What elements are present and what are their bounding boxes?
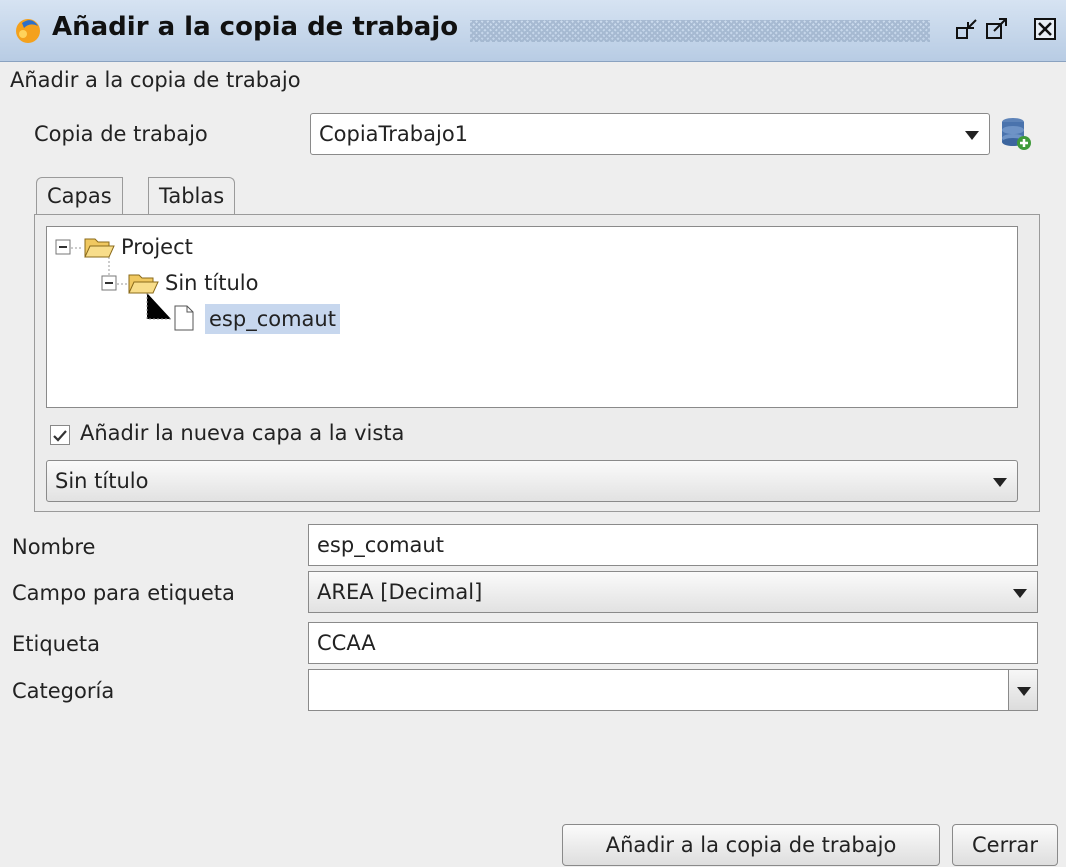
chevron-down-icon bbox=[1017, 687, 1031, 696]
working-copy-select[interactable]: CopiaTrabajo1 bbox=[310, 113, 990, 155]
add-to-view-label[interactable]: Añadir la nueva capa a la vista bbox=[80, 421, 404, 445]
close-icon[interactable] bbox=[1032, 16, 1058, 42]
database-add-icon[interactable] bbox=[1000, 116, 1032, 152]
folder-open-icon bbox=[84, 238, 115, 258]
etiqueta-field[interactable]: CCAA bbox=[308, 622, 1038, 664]
campo-etiqueta-select[interactable]: AREA [Decimal] bbox=[308, 571, 1038, 613]
chevron-down-icon bbox=[1013, 589, 1027, 598]
working-copy-value: CopiaTrabajo1 bbox=[319, 122, 469, 146]
layers-tree[interactable]: Project Sin título esp_comaut bbox=[46, 226, 1018, 408]
categoria-select[interactable] bbox=[308, 669, 1038, 711]
nombre-label: Nombre bbox=[12, 535, 96, 559]
checkmark-icon bbox=[53, 430, 67, 442]
collapse-icon[interactable] bbox=[55, 239, 71, 255]
categoria-label: Categoría bbox=[12, 679, 115, 703]
tab-tablas[interactable]: Tablas bbox=[148, 177, 236, 215]
window-titlebar[interactable]: Añadir a la copia de trabajo bbox=[0, 0, 1066, 62]
chevron-down-icon bbox=[965, 131, 979, 140]
etiqueta-label: Etiqueta bbox=[12, 632, 100, 656]
app-logo-icon bbox=[16, 19, 40, 43]
tab-capas[interactable]: Capas bbox=[36, 177, 123, 215]
tree-node-project[interactable]: Project bbox=[121, 232, 193, 262]
tree-node-sin-titulo[interactable]: Sin título bbox=[165, 268, 258, 298]
document-icon bbox=[174, 305, 194, 331]
maximize-icon[interactable] bbox=[984, 16, 1010, 42]
add-to-view-checkbox[interactable] bbox=[50, 425, 70, 445]
working-copy-label: Copia de trabajo bbox=[34, 122, 208, 146]
view-select-value: Sin título bbox=[55, 469, 149, 493]
minimize-icon[interactable] bbox=[954, 16, 980, 42]
collapse-icon[interactable] bbox=[101, 275, 117, 291]
dialog-subtitle: Añadir a la copia de trabajo bbox=[10, 68, 301, 92]
add-to-working-copy-button[interactable]: Añadir a la copia de trabajo bbox=[562, 824, 940, 866]
view-select[interactable]: Sin título bbox=[46, 460, 1018, 502]
campo-etiqueta-label: Campo para etiqueta bbox=[12, 581, 235, 605]
campo-etiqueta-value: AREA [Decimal] bbox=[317, 580, 483, 604]
titlebar-grip bbox=[470, 20, 930, 42]
close-button[interactable]: Cerrar bbox=[952, 824, 1058, 866]
folder-open-icon bbox=[128, 274, 159, 294]
chevron-down-icon bbox=[993, 478, 1007, 487]
window-title: Añadir a la copia de trabajo bbox=[52, 12, 459, 42]
dropdown-button[interactable] bbox=[1008, 670, 1037, 710]
tree-node-esp-comaut[interactable]: esp_comaut bbox=[205, 304, 340, 334]
nombre-field[interactable]: esp_comaut bbox=[308, 524, 1038, 566]
